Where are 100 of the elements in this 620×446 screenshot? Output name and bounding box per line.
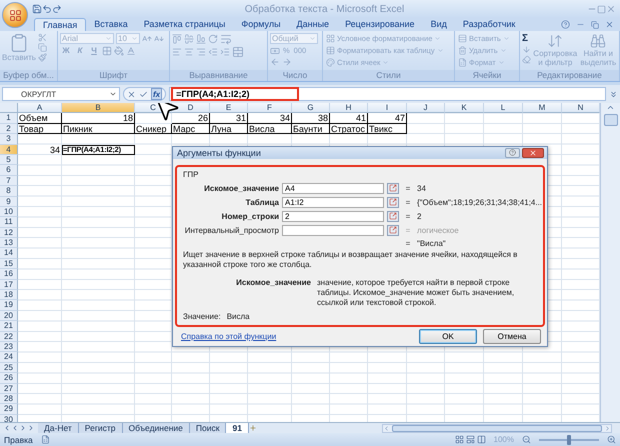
binoculars-icon[interactable] bbox=[590, 33, 606, 49]
table-cell[interactable]: Баунти bbox=[292, 124, 330, 134]
table-cell[interactable]: 38 bbox=[292, 113, 330, 124]
close-icon[interactable] bbox=[605, 20, 614, 29]
row-header[interactable]: 20 bbox=[0, 310, 18, 322]
row-header[interactable]: 9 bbox=[0, 196, 18, 207]
help-link[interactable]: Справка по этой функции bbox=[181, 332, 276, 341]
grid-icon[interactable] bbox=[326, 34, 335, 43]
ribbon-tab[interactable]: Рецензирование bbox=[337, 18, 423, 31]
sheet-tab[interactable]: Регистр bbox=[78, 423, 123, 433]
table-cell[interactable]: Стратос bbox=[330, 124, 368, 134]
column-header[interactable]: N bbox=[562, 103, 600, 114]
table-cell[interactable]: Марс bbox=[172, 124, 210, 134]
help-icon[interactable] bbox=[561, 20, 570, 29]
trash-icon[interactable] bbox=[458, 46, 467, 55]
select-all-button[interactable] bbox=[0, 103, 18, 114]
ribbon-tab[interactable]: Вид bbox=[422, 18, 455, 31]
save-icon[interactable] bbox=[32, 4, 42, 14]
rows-icon[interactable] bbox=[458, 34, 467, 43]
close-icon[interactable] bbox=[529, 148, 537, 157]
row-header[interactable]: 26 bbox=[0, 373, 18, 384]
table-cell[interactable]: Твикс bbox=[368, 124, 407, 134]
help-button[interactable] bbox=[505, 148, 520, 158]
row-header[interactable]: 8 bbox=[0, 186, 18, 197]
sheet-tab[interactable]: Да-Нет bbox=[38, 423, 79, 433]
argument-field[interactable]: A1:I2 bbox=[282, 196, 384, 208]
table-cell[interactable]: 41 bbox=[330, 113, 368, 124]
sheet-tab[interactable]: Поиск bbox=[190, 423, 226, 433]
sort-icon[interactable] bbox=[547, 33, 564, 49]
first-sheet-icon[interactable] bbox=[3, 424, 11, 432]
scroll-up-icon[interactable] bbox=[606, 103, 615, 112]
scroll-right-icon[interactable] bbox=[604, 424, 611, 432]
column-header[interactable]: L bbox=[484, 103, 523, 114]
column-header[interactable]: M bbox=[523, 103, 562, 114]
row-header[interactable]: 21 bbox=[0, 321, 18, 332]
caret-icon[interactable] bbox=[109, 90, 117, 98]
last-sheet-icon[interactable] bbox=[27, 424, 35, 432]
row-header[interactable]: 16 bbox=[0, 269, 18, 280]
zoom-thumb[interactable] bbox=[567, 434, 571, 444]
argument-field[interactable]: 2 bbox=[282, 210, 384, 222]
row-header[interactable]: 6 bbox=[0, 165, 18, 176]
table-icon[interactable] bbox=[326, 46, 335, 55]
row-header[interactable]: 13 bbox=[0, 238, 18, 248]
table-cell[interactable]: 18 bbox=[62, 113, 135, 124]
row-header[interactable]: 3 bbox=[0, 134, 18, 145]
insert-function-button[interactable]: fx bbox=[151, 88, 162, 100]
argument-field[interactable]: A4 bbox=[282, 182, 384, 194]
scrollbar-thumb[interactable] bbox=[392, 424, 602, 432]
row-header[interactable]: 4 bbox=[0, 144, 18, 155]
zoom-out-icon[interactable] bbox=[522, 435, 531, 444]
dialog-button[interactable]: OK bbox=[419, 328, 477, 344]
column-header[interactable]: G bbox=[292, 103, 330, 114]
sheet-icon[interactable] bbox=[458, 58, 467, 67]
page-layout-icon[interactable] bbox=[466, 435, 475, 444]
row-header[interactable]: 27 bbox=[0, 384, 18, 394]
table-cell[interactable]: Сникер bbox=[135, 124, 172, 134]
ribbon-tab[interactable]: Вставка bbox=[86, 18, 136, 31]
table-cell[interactable]: 26 bbox=[172, 113, 210, 124]
page-break-icon[interactable] bbox=[476, 435, 486, 444]
column-header[interactable]: B bbox=[62, 103, 135, 114]
table-cell[interactable]: Висла bbox=[248, 124, 292, 134]
ribbon-tab[interactable]: Данные bbox=[288, 18, 338, 31]
row-header[interactable]: 2 bbox=[0, 124, 18, 134]
expand-icon[interactable] bbox=[609, 90, 618, 98]
table-cell[interactable]: Луна bbox=[210, 124, 248, 134]
row-header[interactable]: 5 bbox=[0, 154, 18, 166]
row-header[interactable]: 22 bbox=[0, 332, 18, 342]
new-sheet-icon[interactable] bbox=[248, 424, 257, 432]
undo-icon[interactable] bbox=[42, 4, 52, 14]
redo-icon[interactable] bbox=[52, 4, 62, 14]
column-header[interactable]: E bbox=[210, 103, 248, 114]
normal-view-icon[interactable] bbox=[454, 435, 464, 444]
row-header[interactable]: 1 bbox=[0, 113, 18, 124]
office-button[interactable] bbox=[2, 2, 28, 28]
row-header[interactable]: 15 bbox=[0, 258, 18, 270]
ribbon-tab[interactable]: Разметка страницы bbox=[136, 18, 234, 31]
zoom-in-icon[interactable] bbox=[607, 435, 616, 444]
next-sheet-icon[interactable] bbox=[19, 424, 27, 432]
table-cell[interactable]: Пикник bbox=[62, 124, 135, 134]
table-cell[interactable]: 31 bbox=[210, 113, 248, 124]
enter-icon[interactable] bbox=[139, 90, 148, 98]
column-header[interactable]: J bbox=[407, 103, 445, 114]
row-header[interactable]: 18 bbox=[0, 290, 18, 300]
row-header[interactable]: 19 bbox=[0, 300, 18, 311]
maximize-icon[interactable] bbox=[597, 4, 606, 14]
name-box[interactable]: ОКРУГЛТ bbox=[2, 87, 120, 101]
cancel-icon[interactable] bbox=[127, 90, 136, 98]
scroll-left-icon[interactable] bbox=[383, 424, 390, 432]
column-header[interactable]: D bbox=[172, 103, 210, 114]
row-header[interactable]: 7 bbox=[0, 176, 18, 186]
row-header[interactable]: 11 bbox=[0, 217, 18, 228]
row-header[interactable]: 28 bbox=[0, 394, 18, 404]
row-header[interactable]: 14 bbox=[0, 248, 18, 259]
sheet-tab[interactable]: 91 bbox=[226, 423, 249, 433]
sheet-tab[interactable]: Объединение bbox=[122, 423, 190, 433]
ribbon-tab[interactable]: Главная bbox=[34, 18, 86, 31]
previous-sheet-icon[interactable] bbox=[11, 424, 19, 432]
row-header[interactable]: 29 bbox=[0, 404, 18, 415]
ribbon-tab[interactable]: Формулы bbox=[233, 18, 289, 31]
table-cell[interactable]: Товар bbox=[18, 124, 62, 134]
